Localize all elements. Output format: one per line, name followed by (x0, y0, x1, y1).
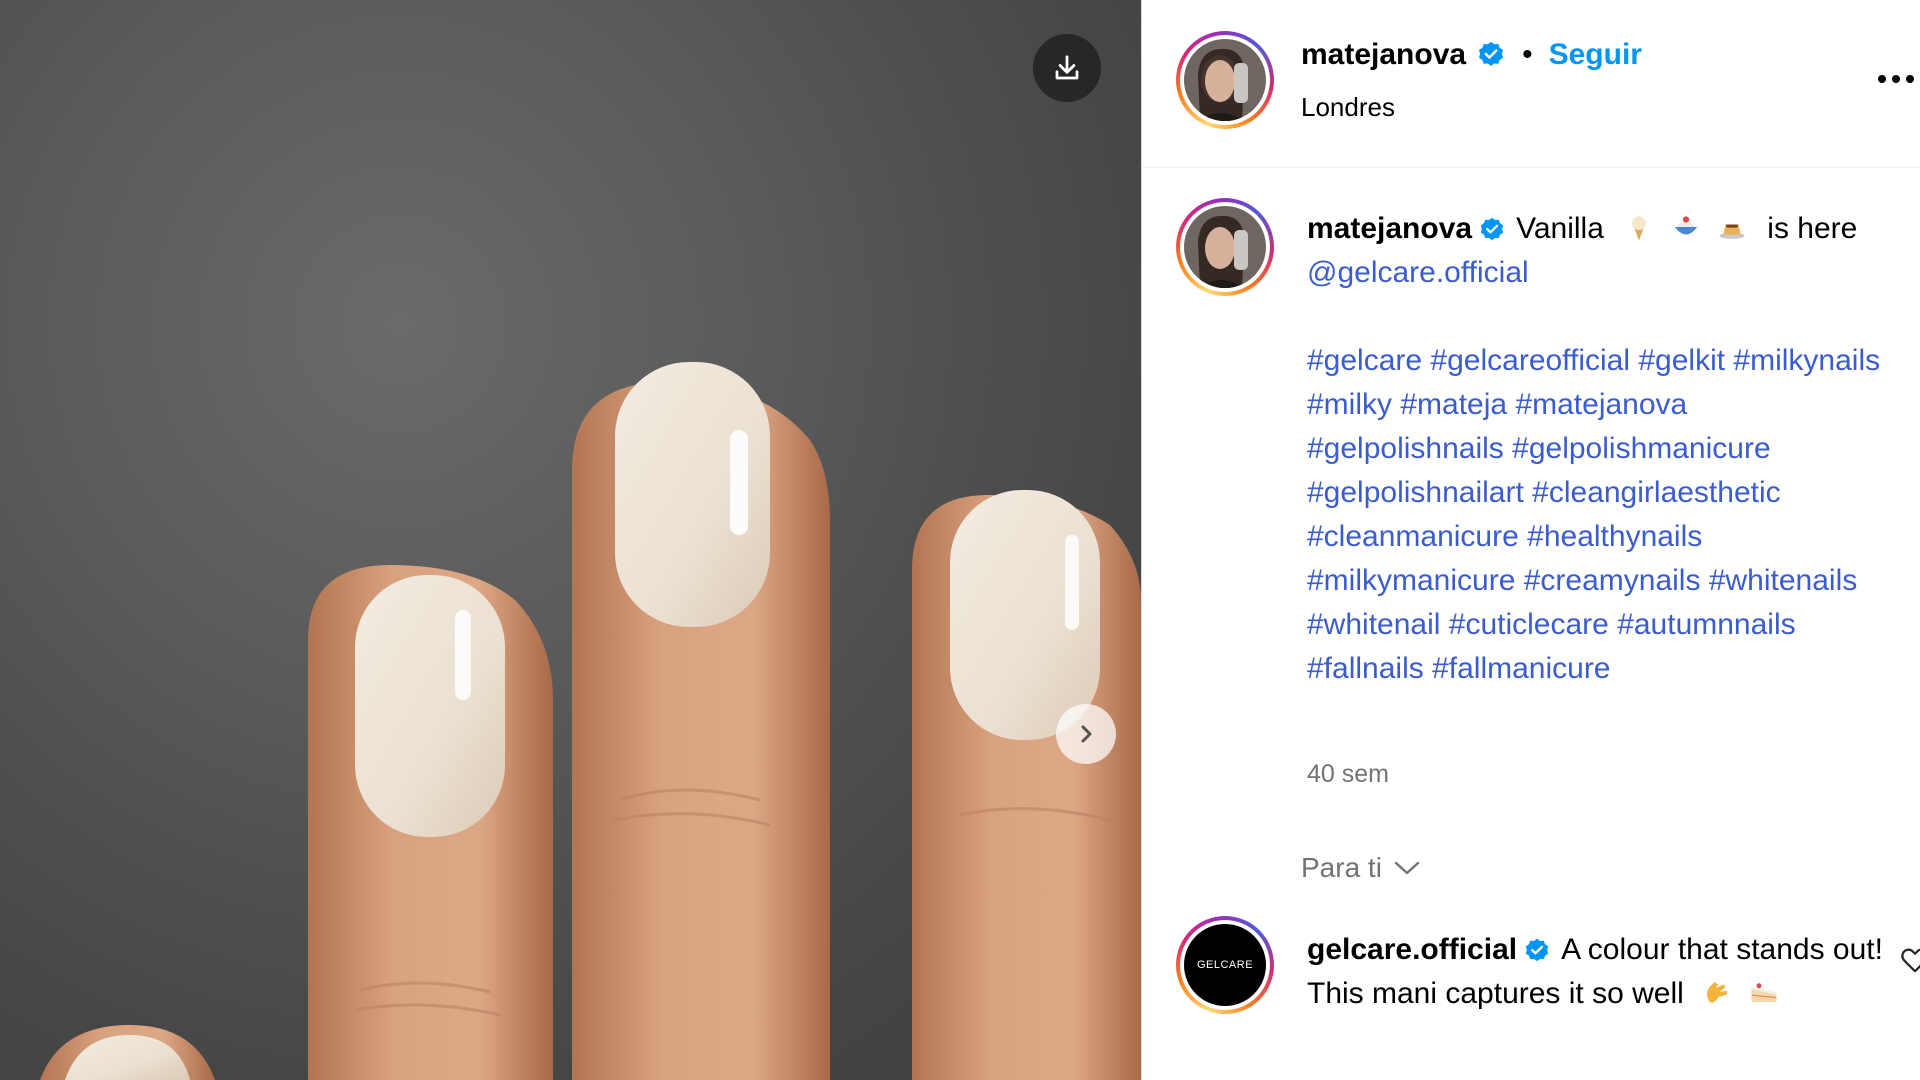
download-icon (1055, 55, 1079, 80)
post-side-panel: matejanova • Seguir Londres matejanova V… (1141, 0, 1920, 1080)
hashtag-link[interactable]: #matejanova (1515, 388, 1687, 421)
hashtag-link[interactable]: #healthynails (1527, 520, 1702, 553)
header-divider (1142, 167, 1920, 168)
hashtag-link[interactable]: #cleanmanicure (1307, 520, 1519, 553)
post-media[interactable] (0, 0, 1141, 1080)
shaved-ice-emoji (1674, 216, 1697, 235)
like-comment-button[interactable] (1900, 946, 1920, 979)
caption-author-avatar[interactable] (1176, 198, 1274, 296)
comment-username[interactable]: gelcare.official (1307, 933, 1517, 966)
hashtag-link[interactable]: #milkymanicure (1307, 564, 1515, 597)
hashtag-link[interactable]: #gelkit (1638, 344, 1725, 377)
hashtag-link[interactable]: #gelcareofficial (1430, 344, 1630, 377)
post-timestamp[interactable]: 40 sem (1307, 760, 1389, 789)
comment: gelcare.official A colour that stands ou… (1307, 928, 1887, 1016)
hashtag-link[interactable]: #cuticlecare (1449, 608, 1609, 641)
clapping-hands-emoji (1707, 982, 1728, 1003)
hashtag-link[interactable]: #gelpolishmanicure (1512, 432, 1771, 465)
comments-sort-dropdown[interactable]: Para ti (1301, 852, 1420, 884)
hashtag-link[interactable]: #gelpolishnailart (1307, 476, 1524, 509)
hashtag-link[interactable]: #autumnnails (1617, 608, 1795, 641)
caption-username[interactable]: matejanova (1307, 212, 1472, 245)
post-caption: matejanova Vanilla is here @gelcare.offi… (1307, 207, 1887, 691)
hashtag-link[interactable]: #fallnails (1307, 652, 1424, 685)
hashtag-link[interactable]: #cleangirlaesthetic (1532, 476, 1780, 509)
hashtag-link[interactable]: #gelcare (1307, 344, 1422, 377)
post-photo (40, 362, 1141, 1080)
caption-hashtags: #gelcare #gelcareofficial #gelkit #milky… (1307, 339, 1887, 691)
hashtag-link[interactable]: #mateja (1400, 388, 1507, 421)
ice-cream-emoji (1632, 216, 1647, 241)
caption-author-avatar-image (1184, 206, 1266, 288)
more-options-button[interactable] (1876, 72, 1916, 91)
separator-dot: • (1522, 38, 1533, 71)
hashtag-link[interactable]: #creamynails (1524, 564, 1701, 597)
caption-text-end: is here (1767, 212, 1858, 245)
verified-badge-icon (1480, 217, 1504, 241)
comments-sort-label: Para ti (1301, 852, 1382, 883)
verified-badge-icon (1479, 41, 1504, 66)
chevron-down-icon (1394, 861, 1420, 875)
author-avatar[interactable] (1176, 31, 1274, 129)
verified-badge-icon (1525, 938, 1549, 962)
more-horizontal-icon (1878, 75, 1914, 83)
gelcare-logo: GELCARE (1196, 959, 1254, 971)
chevron-right-icon (1081, 725, 1092, 743)
custard-emoji (1719, 224, 1745, 239)
author-username[interactable]: matejanova (1301, 38, 1466, 72)
caption-mention[interactable]: @gelcare.official (1307, 256, 1529, 289)
hashtag-link[interactable]: #milky (1307, 388, 1392, 421)
hashtag-link[interactable]: #whitenails (1709, 564, 1857, 597)
caption-text-start: Vanilla (1516, 212, 1604, 245)
comment-author-avatar[interactable]: GELCARE (1176, 916, 1274, 1014)
hashtag-link[interactable]: #milkynails (1733, 344, 1880, 377)
cake-emoji (1751, 983, 1776, 1002)
hashtag-link[interactable]: #whitenail (1307, 608, 1440, 641)
hashtag-link[interactable]: #gelpolishnails (1307, 432, 1504, 465)
author-avatar-image (1184, 39, 1266, 121)
comment-author-avatar-image: GELCARE (1184, 924, 1266, 1006)
heart-icon (1901, 948, 1920, 973)
download-button[interactable] (1033, 34, 1101, 102)
post-location[interactable]: Londres (1301, 92, 1395, 123)
next-media-button[interactable] (1056, 704, 1116, 764)
follow-button[interactable]: Seguir (1549, 38, 1642, 72)
hashtag-link[interactable]: #fallmanicure (1432, 652, 1610, 685)
